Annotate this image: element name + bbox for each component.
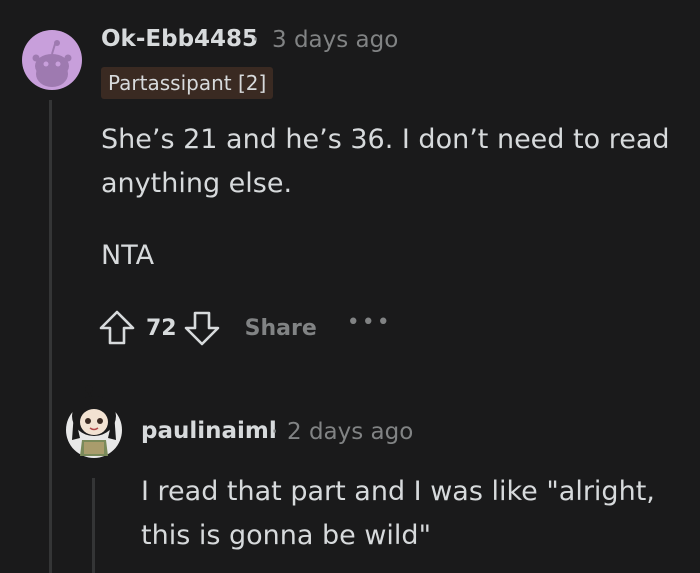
meta-separator: · [252,27,260,53]
reply-avatar[interactable] [62,380,126,460]
snoo-avatar-icon [32,40,72,87]
thread-line[interactable] [49,100,52,573]
comment-paragraph: She’s 21 and he’s 36. I don’t need to re… [101,124,670,199]
reply-body: I read that part and I was like "alright… [141,470,681,558]
reply-timestamp[interactable]: 2 days ago [287,419,413,445]
reply-paragraph: I read that part and I was like "alright… [141,476,655,551]
reply-meta-separator: · [271,419,279,445]
comment-actions: 72 Share ••• [98,306,392,350]
more-options-button[interactable]: ••• [347,310,392,335]
comment-body: She’s 21 and he’s 36. I don’t need to re… [101,118,681,278]
downvote-arrow-icon[interactable] [183,308,221,348]
custom-avatar-icon [66,385,122,458]
upvote-arrow-icon[interactable] [98,308,136,348]
user-avatar[interactable] [22,30,82,90]
comment-username[interactable]: Ok-Ebb4485 [101,26,258,52]
comment-timestamp[interactable]: 3 days ago [272,27,398,53]
share-button[interactable]: Share [245,316,317,341]
reply-thread-line[interactable] [92,478,95,573]
user-flair: Partassipant [2] [101,67,274,99]
comment-paragraph: NTA [101,240,155,271]
vote-count: 72 [146,315,177,341]
reply-username[interactable]: paulinaiml [141,418,277,444]
